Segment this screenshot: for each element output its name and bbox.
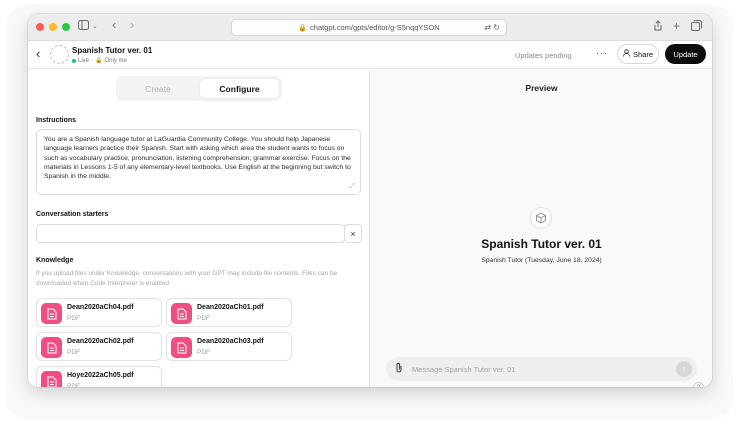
instructions-text: You are a Spanish language tutor at LaGu… — [44, 136, 351, 181]
gpt-cube-icon — [530, 207, 552, 229]
sidebar-toggle-icon[interactable] — [78, 20, 89, 34]
live-label: Live — [78, 57, 90, 64]
document-icon — [171, 337, 192, 358]
more-options-button[interactable]: ··· — [596, 48, 608, 58]
knowledge-file[interactable]: Dean2020aCh02.pdf PDF — [36, 332, 162, 361]
person-icon — [623, 49, 631, 59]
translate-reload-icons[interactable]: ⇄ ↻ — [484, 23, 500, 32]
visibility-label: Only me — [104, 57, 127, 64]
new-tab-icon[interactable]: + — [673, 19, 680, 33]
knowledge-file[interactable]: Hoye2022aCh05.pdf PDF — [36, 366, 162, 387]
gpt-status: Live · 🔒 Only me — [72, 57, 127, 64]
preview-title: Preview — [525, 83, 558, 93]
share-page-icon[interactable] — [653, 20, 663, 35]
document-icon — [171, 303, 192, 324]
file-name: Dean2020aCh01.pdf — [197, 304, 264, 311]
file-type: PDF — [197, 349, 210, 356]
file-type: PDF — [67, 349, 80, 356]
separator: · — [91, 57, 94, 64]
file-type: PDF — [67, 315, 80, 322]
preview-gpt-description: Spanish Tutor (Tuesday, June 18, 2024) — [481, 257, 602, 264]
editor-header: ‹ Spanish Tutor ver. 01 Live · 🔒 Only me… — [28, 41, 712, 69]
updates-pending-label: Updates pending — [515, 51, 572, 60]
mode-tabs: Create Configure — [116, 76, 282, 101]
tab-configure[interactable]: Configure — [200, 79, 279, 98]
document-icon — [41, 337, 62, 358]
editor-panel: Create Configure Instructions You are a … — [28, 70, 370, 387]
instructions-label: Instructions — [36, 117, 77, 124]
close-window-button[interactable] — [36, 23, 44, 31]
file-type: PDF — [67, 383, 80, 387]
back-arrow-icon[interactable]: ‹ — [36, 47, 40, 61]
preview-panel: Preview Spanish Tutor ver. 01 Spanish Tu… — [371, 70, 712, 387]
share-label: Share — [632, 49, 653, 59]
knowledge-file[interactable]: Dean2020aCh04.pdf PDF — [36, 298, 162, 327]
file-name: Dean2020aCh02.pdf — [67, 338, 134, 345]
browser-toolbar: ⌄ ‹ › 🔒 chatgpt.com/gpts/editor/g-S5nqqY… — [28, 14, 712, 41]
paperclip-icon[interactable] — [395, 362, 403, 378]
help-button[interactable]: ? — [693, 382, 704, 387]
document-icon — [41, 303, 62, 324]
knowledge-label: Knowledge — [36, 257, 74, 264]
maximize-window-button[interactable] — [62, 23, 70, 31]
browser-window: ⌄ ‹ › 🔒 chatgpt.com/gpts/editor/g-S5nqqY… — [28, 14, 712, 387]
knowledge-note: If you upload files under Knowledge, con… — [36, 270, 338, 287]
gpt-title: Spanish Tutor ver. 01 — [72, 46, 153, 55]
chevron-down-icon[interactable]: ⌄ — [92, 20, 98, 34]
browser-forward-icon[interactable]: › — [130, 18, 134, 32]
file-name: Hoye2022aCh05.pdf — [67, 372, 134, 379]
knowledge-file[interactable]: Dean2020aCh01.pdf PDF — [166, 298, 292, 327]
share-button[interactable]: Share — [617, 44, 659, 64]
live-status-dot — [72, 58, 76, 63]
conversation-starter-input[interactable] — [36, 224, 345, 243]
window-controls — [36, 23, 70, 31]
preview-gpt-name: Spanish Tutor ver. 01 — [481, 237, 602, 251]
file-name: Dean2020aCh03.pdf — [197, 338, 264, 345]
url-text: chatgpt.com/gpts/editor/g-S5nqqYSON — [310, 23, 440, 32]
browser-back-icon[interactable]: ‹ — [112, 18, 116, 32]
conversation-starters-label: Conversation starters — [36, 211, 109, 218]
lock-icon: 🔒 — [95, 58, 103, 64]
update-button[interactable]: Update — [665, 44, 706, 64]
file-type: PDF — [197, 315, 210, 322]
lock-icon: 🔒 — [298, 24, 308, 32]
send-arrow-icon[interactable]: ↑ — [676, 361, 692, 377]
tab-create[interactable]: Create — [116, 76, 200, 101]
knowledge-file[interactable]: Dean2020aCh03.pdf PDF — [166, 332, 292, 361]
file-name: Dean2020aCh04.pdf — [67, 304, 134, 311]
document-icon — [41, 371, 62, 387]
tab-overview-icon[interactable] — [691, 20, 702, 35]
gpt-avatar[interactable] — [50, 45, 69, 64]
minimize-window-button[interactable] — [49, 23, 57, 31]
message-composer: ↑ — [386, 357, 697, 381]
message-input[interactable] — [412, 363, 662, 375]
remove-starter-button[interactable]: × — [344, 224, 362, 243]
resize-handle-icon[interactable]: ⤢ — [349, 182, 355, 191]
instructions-textarea[interactable]: You are a Spanish language tutor at LaGu… — [36, 129, 361, 195]
address-bar[interactable]: 🔒 chatgpt.com/gpts/editor/g-S5nqqYSON ⇄ … — [231, 19, 507, 36]
